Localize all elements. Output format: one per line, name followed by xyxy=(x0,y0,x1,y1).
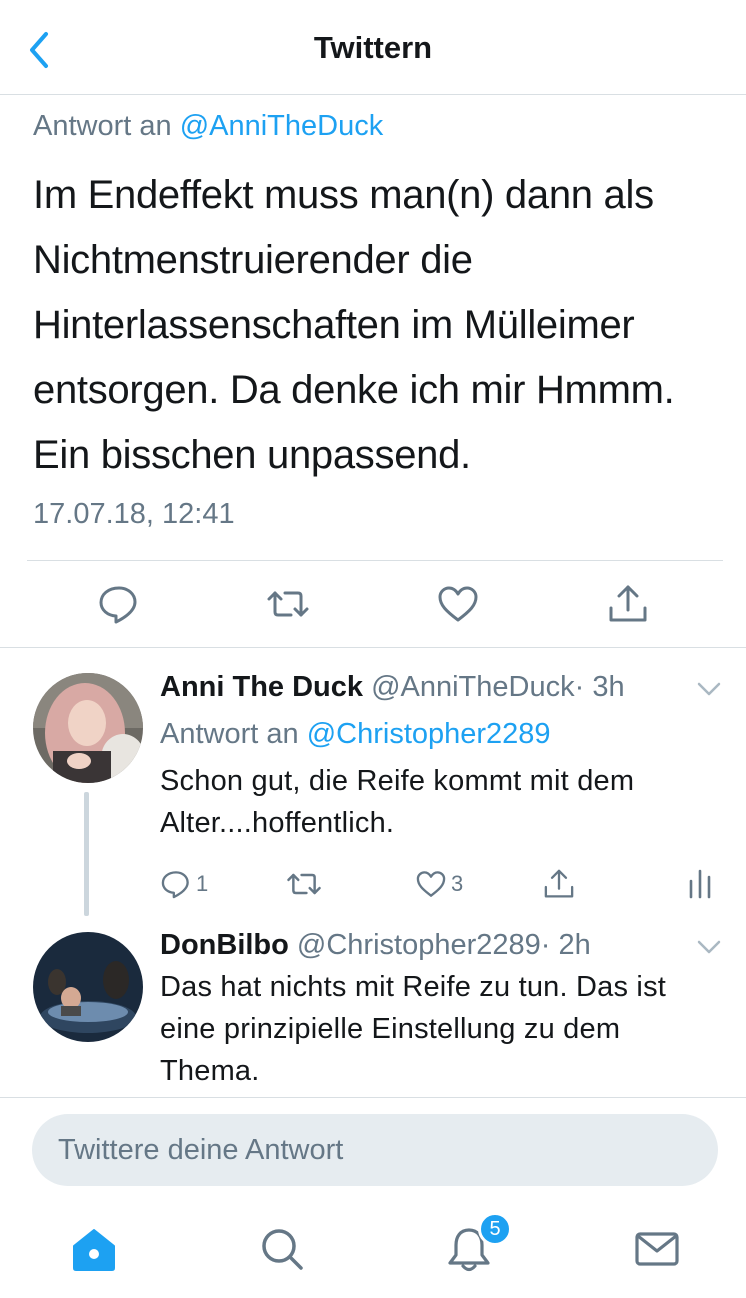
compose-placeholder: Twittere deine Antwort xyxy=(58,1134,344,1166)
avatar[interactable] xyxy=(33,932,143,1042)
tweet-timestamp: 17.07.18, 12:41 xyxy=(33,498,235,530)
reply-icon xyxy=(99,586,137,624)
reply-text: Das hat nichts mit Reife zu tun. Das ist… xyxy=(160,971,667,1087)
reply-header: Anni The Duck @AnniTheDuck· 3h xyxy=(160,671,625,704)
retweet-button[interactable] xyxy=(266,582,310,626)
tab-messages[interactable] xyxy=(632,1224,682,1274)
retweet-icon xyxy=(267,591,309,617)
like-icon xyxy=(438,586,478,622)
reply-to-label: Antwort an xyxy=(160,718,299,750)
reply-header: DonBilbo @Christopher2289· 2h xyxy=(160,929,591,962)
retweet-button[interactable] xyxy=(286,866,322,902)
author-handle[interactable]: @AnniTheDuck xyxy=(371,671,575,703)
avatar-image xyxy=(33,932,143,1042)
like-count: 3 xyxy=(451,871,464,896)
thread-line xyxy=(84,792,89,916)
more-options-button[interactable] xyxy=(694,932,724,962)
author-handle[interactable]: @Christopher2289 xyxy=(297,929,541,961)
messages-icon xyxy=(635,1232,679,1266)
analytics-icon xyxy=(689,869,711,899)
share-icon xyxy=(609,585,647,622)
chevron-down-icon xyxy=(697,940,721,954)
notification-badge: 5 xyxy=(478,1212,512,1246)
analytics-button[interactable] xyxy=(686,866,714,902)
like-button[interactable]: 3 xyxy=(415,866,463,902)
reply-compose-input[interactable]: Twittere deine Antwort xyxy=(32,1114,718,1186)
share-icon xyxy=(544,869,574,898)
like-icon xyxy=(416,871,446,897)
reply-icon xyxy=(161,871,189,899)
reply-button[interactable] xyxy=(97,582,141,626)
page-title: Twittern xyxy=(313,30,433,65)
more-options-button[interactable] xyxy=(694,674,724,704)
reply-text: Schon gut, die Reife kommt mit dem Alter… xyxy=(160,765,635,839)
reply-to-line: Antwort an @Christopher2289 xyxy=(160,718,551,751)
reply-time: · 3h xyxy=(574,671,625,703)
author-name[interactable]: Anni The Duck xyxy=(160,671,363,703)
top-bar: Twittern xyxy=(0,0,746,95)
share-button[interactable] xyxy=(606,582,650,626)
reply-count: 1 xyxy=(196,871,209,896)
reply-to-label: Antwort an xyxy=(33,110,172,142)
reply-button[interactable]: 1 xyxy=(160,866,208,902)
divider xyxy=(0,1097,746,1098)
tab-search[interactable] xyxy=(257,1224,307,1274)
share-button[interactable] xyxy=(542,866,576,902)
avatar[interactable] xyxy=(33,673,143,783)
reply-time: · 2h xyxy=(540,929,591,961)
tab-home[interactable] xyxy=(69,1224,119,1274)
reply-to-line: Antwort an @AnniTheDuck xyxy=(33,110,383,143)
reply-to-mention[interactable]: @AnniTheDuck xyxy=(180,110,384,142)
divider xyxy=(0,647,746,648)
reply-to-mention[interactable]: @Christopher2289 xyxy=(307,718,551,750)
search-icon xyxy=(262,1229,303,1270)
home-icon xyxy=(73,1229,115,1271)
retweet-icon xyxy=(287,873,321,895)
tweet-actions xyxy=(0,560,746,648)
like-button[interactable] xyxy=(436,582,480,626)
author-name[interactable]: DonBilbo xyxy=(160,929,289,961)
tweet-text: Im Endeffekt muss man(n) dann als Nichtm… xyxy=(33,173,675,477)
chevron-down-icon xyxy=(697,682,721,696)
avatar-image xyxy=(33,673,143,783)
